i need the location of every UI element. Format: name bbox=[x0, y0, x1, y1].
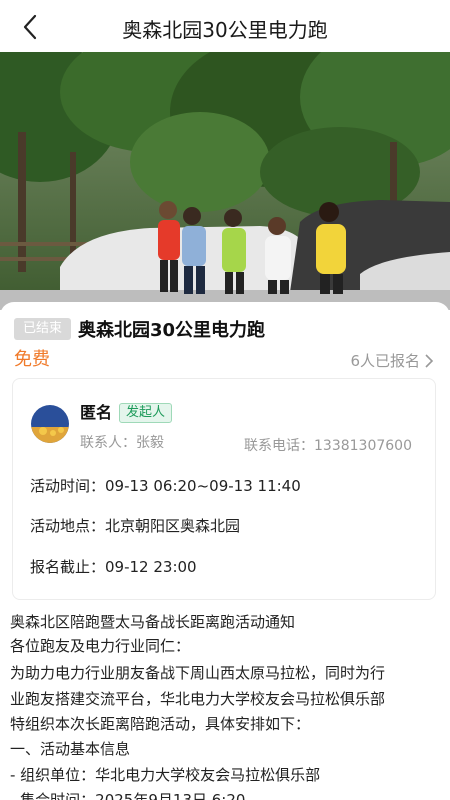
event-place-row: 活动地点：北京朝阳区奥森北园 bbox=[30, 515, 240, 536]
description-line: 各位跑友及电力行业同仁： bbox=[10, 637, 191, 655]
organizer-badge: 发起人 bbox=[119, 403, 172, 423]
event-title: 奥森北园30公里电力跑 bbox=[78, 320, 266, 341]
chevron-right-icon bbox=[425, 353, 434, 368]
event-time-value: 09-13 06:20~09-13 11:40 bbox=[105, 477, 301, 495]
deadline-value: 09-12 23:00 bbox=[105, 558, 197, 576]
description-line: 为助力电力行业朋友备战下周山西太原马拉松，同时为行 bbox=[10, 664, 386, 682]
description-line: - 组织单位：华北电力大学校友会马拉松俱乐部 bbox=[10, 766, 321, 784]
deadline-label: 报名截止： bbox=[30, 558, 106, 576]
deadline-row: 报名截止：09-12 23:00 bbox=[30, 556, 197, 577]
event-time-label: 活动时间： bbox=[30, 477, 106, 495]
hero-photo bbox=[0, 52, 450, 310]
description-line: 一、活动基本信息 bbox=[10, 740, 131, 758]
price-label: 免费 bbox=[14, 349, 50, 370]
page-title: 奥森北园30公里电力跑 bbox=[122, 18, 328, 42]
avatar[interactable] bbox=[31, 405, 69, 443]
description-line: 业跑友搭建交流平台，华北电力大学校友会马拉松俱乐部 bbox=[10, 690, 386, 708]
description-line: 特组织本次长距离陪跑活动，具体安排如下： bbox=[10, 715, 311, 733]
event-place-value: 北京朝阳区奥森北园 bbox=[105, 517, 241, 535]
organizer-name: 匿名 bbox=[80, 403, 113, 422]
description-line: - 集合时间：2025年9月13日 6:20 bbox=[10, 791, 246, 800]
description-line: 奥森北区陪跑暨太马备战长距离跑活动通知 bbox=[10, 613, 296, 631]
event-place-label: 活动地点： bbox=[30, 517, 106, 535]
signups-count: 6人已报名 bbox=[350, 352, 420, 370]
signups-link[interactable]: 6人已报名 bbox=[350, 350, 434, 371]
contact-phone[interactable]: 联系电话：13381307600 bbox=[244, 435, 412, 455]
contact-person: 联系人：张毅 bbox=[80, 435, 164, 451]
status-badge: 已结束 bbox=[14, 318, 71, 340]
event-time-row: 活动时间：09-13 06:20~09-13 11:40 bbox=[30, 475, 301, 496]
top-header: 奥森北园30公里电力跑 bbox=[0, 0, 450, 52]
